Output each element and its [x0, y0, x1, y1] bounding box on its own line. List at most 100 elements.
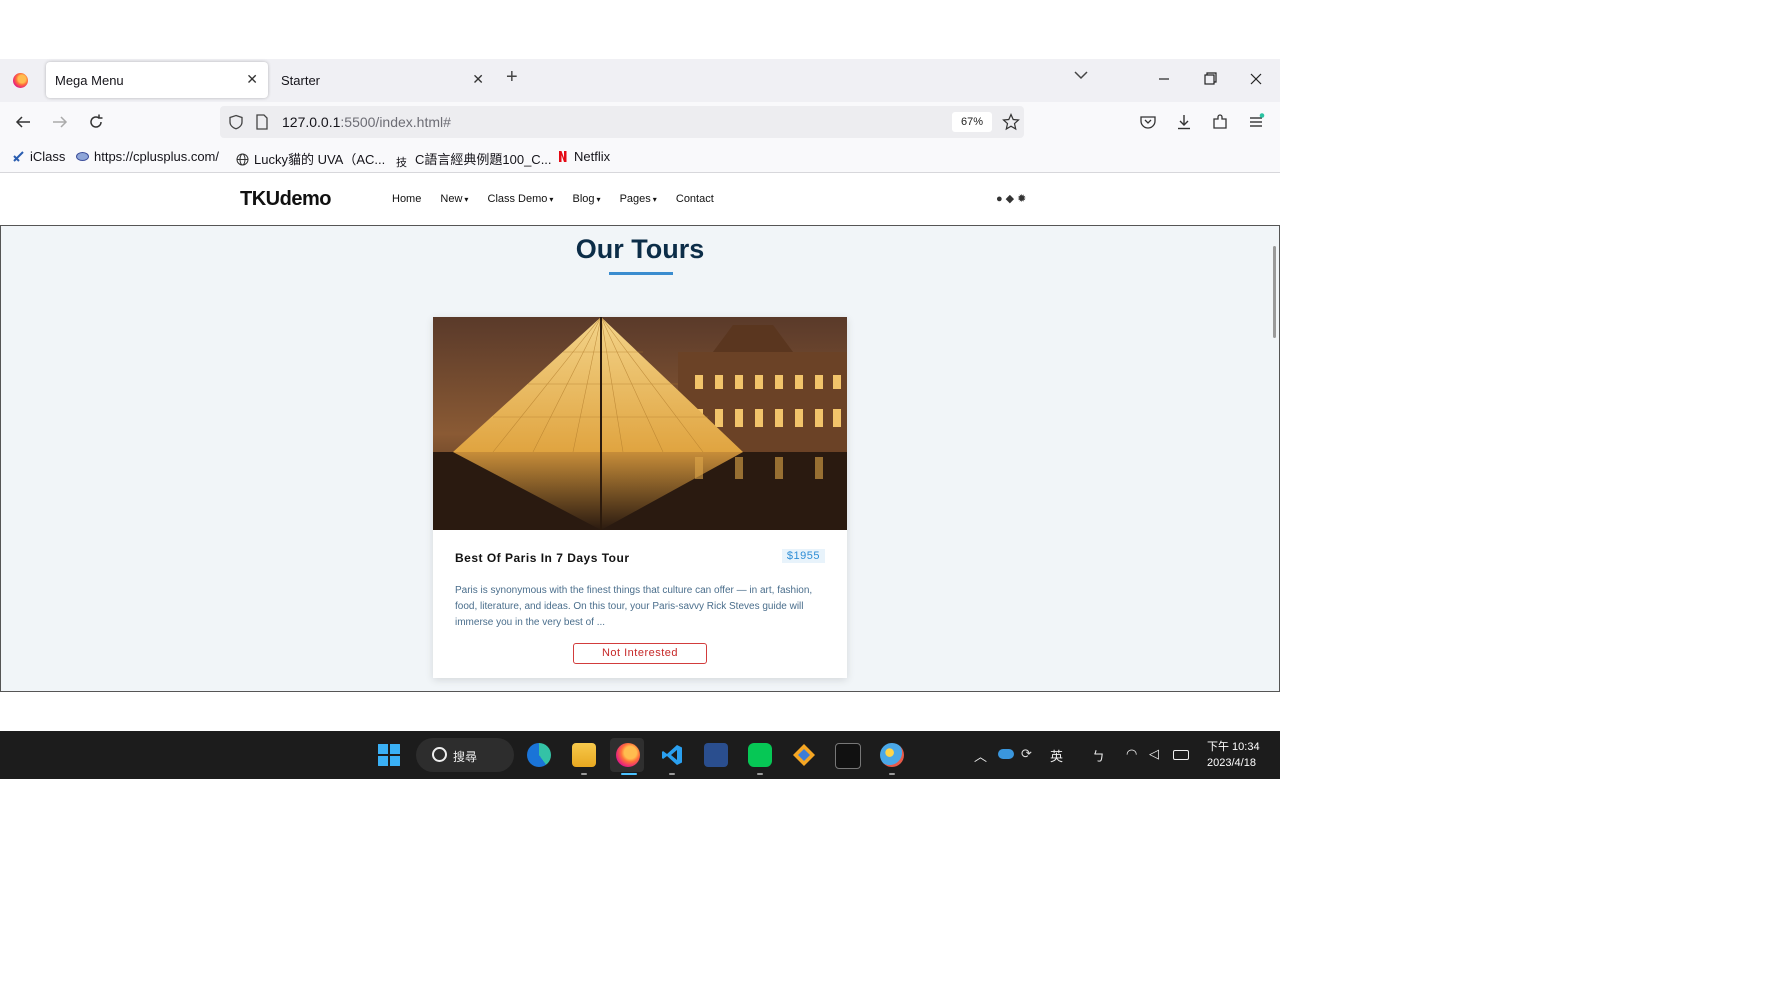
edge-icon[interactable] [527, 743, 551, 767]
menu-item-home[interactable]: Home [392, 193, 421, 205]
system-clock[interactable]: 下午 10:34 2023/4/18 [1207, 739, 1260, 771]
close-tab-icon[interactable]: ✕ [472, 71, 484, 88]
menu-item-class-demo[interactable]: Class Demo ▾ [488, 193, 554, 205]
onedrive-icon[interactable] [998, 749, 1014, 759]
firefox-taskbar-icon[interactable] [616, 743, 640, 767]
site-header: TKUdemo Home New ▾ Class Demo ▾ Blog ▾ Page… [0, 173, 1280, 225]
bookmarks-bar: iClass https://cplusplus.com/ Lucky貓的 UV… [0, 142, 1280, 173]
tour-card: Best Of Paris In 7 Days Tour $1955 Paris… [433, 317, 847, 678]
bookmark-label: Netflix [574, 149, 611, 164]
battery-icon[interactable] [1173, 750, 1189, 760]
ime-mode-indicator[interactable]: ㄅ [1092, 746, 1105, 765]
chevron-down-icon: ▾ [549, 195, 554, 204]
header-icons: ●◆✹ [996, 192, 1029, 205]
volume-icon[interactable]: ◁ [1149, 746, 1159, 762]
globe-icon [236, 153, 249, 166]
section-title: Our Tours [575, 234, 705, 264]
gear-icon[interactable]: ✹ [1017, 193, 1029, 205]
bookmark-lucky-uva[interactable]: Lucky貓的 UVA（AC... [236, 149, 385, 168]
diamond-icon[interactable]: ◆ [1006, 193, 1017, 205]
new-tab-button[interactable]: + [506, 66, 518, 89]
tab-strip: Mega Menu ✕ Starter ✕ + [0, 59, 1280, 102]
zoom-indicator[interactable]: 67% [952, 112, 992, 132]
active-indicator [621, 773, 637, 775]
back-icon[interactable] [14, 113, 32, 131]
chevron-down-icon: ▾ [464, 195, 469, 204]
running-indicator [889, 773, 895, 775]
line-icon[interactable] [748, 743, 772, 767]
ime-indicator[interactable]: 英 [1050, 746, 1063, 765]
list-all-tabs-icon[interactable] [1073, 69, 1089, 81]
minimize-icon[interactable] [1152, 69, 1176, 89]
menu-item-label: Blog [572, 193, 595, 205]
firefox-icon[interactable] [13, 73, 28, 88]
search-icon [432, 747, 447, 762]
clock-date: 2023/4/18 [1207, 757, 1256, 769]
windows-start-icon[interactable] [377, 743, 401, 767]
tour-description: Paris is synonymous with the finest thin… [455, 585, 813, 628]
menu-item-blog[interactable]: Blog ▾ [572, 193, 600, 205]
bookmark-label: Lucky貓的 UVA（AC... [254, 152, 386, 167]
running-indicator [757, 773, 763, 775]
running-indicator [669, 773, 675, 775]
running-indicator [581, 773, 587, 775]
github-icon[interactable]: ● [996, 193, 1006, 205]
paint-icon[interactable] [880, 743, 904, 767]
shield-icon[interactable] [228, 114, 244, 130]
tours-section: Our Tours Best Of Paris In 7 Days Tour $… [0, 225, 1280, 692]
chevron-down-icon: ▾ [652, 195, 657, 204]
terminal-icon[interactable] [835, 743, 861, 769]
title-underline [609, 272, 673, 275]
cplusplus-icon [76, 152, 89, 161]
address-bar[interactable]: 127.0.0.1:5500/index.html# 67% [220, 106, 1024, 138]
dev-cpp-icon[interactable] [704, 743, 728, 767]
url-text[interactable]: 127.0.0.1:5500/index.html# [282, 114, 451, 130]
wifi-icon[interactable]: ◠ [1126, 746, 1137, 762]
url-host: 127.0.0.1 [282, 114, 341, 130]
menu-icon[interactable] [1247, 113, 1265, 131]
search-label: 搜尋 [453, 750, 478, 764]
git-tool-icon[interactable] [792, 743, 816, 767]
chevron-up-icon[interactable]: ︿ [974, 746, 987, 765]
bookmark-label: https://cplusplus.com/ [94, 149, 219, 164]
file-explorer-icon[interactable] [572, 743, 596, 767]
bookmark-cplusplus[interactable]: https://cplusplus.com/ [76, 149, 219, 164]
sync-icon[interactable]: ⟳ [1021, 746, 1032, 762]
netflix-icon [559, 151, 567, 162]
bookmark-c-examples[interactable]: 技 C語言經典例題100_C... [396, 149, 552, 169]
menu-item-pages[interactable]: Pages ▾ [620, 193, 657, 205]
bookmark-label: C語言經典例題100_C... [415, 152, 552, 167]
site-logo[interactable]: TKUdemo [240, 188, 331, 211]
menu-item-new[interactable]: New ▾ [440, 193, 468, 205]
forward-icon[interactable] [51, 113, 69, 131]
menu-item-label: Class Demo [487, 193, 548, 205]
bookmark-iclass[interactable]: iClass [12, 149, 65, 164]
menu-item-contact[interactable]: Contact [676, 193, 714, 205]
taskbar-search[interactable]: 搜尋 [416, 738, 514, 772]
bookmark-label: iClass [30, 149, 66, 164]
close-tab-icon[interactable]: ✕ [246, 71, 258, 88]
menu-item-label: New [440, 193, 463, 205]
url-path: :5500/index.html# [340, 114, 451, 130]
not-interested-button[interactable]: Not Interested [573, 643, 707, 664]
reload-icon[interactable] [87, 113, 105, 131]
taskbar: 搜尋 ︿ ⟳ 英 ㄅ ◠ ◁ 下午 10:34 2023/4/18 [0, 731, 1280, 779]
page-icon[interactable] [255, 114, 269, 130]
vscode-icon[interactable] [660, 743, 684, 767]
tab-title: Mega Menu [55, 73, 124, 88]
close-window-icon[interactable] [1244, 69, 1268, 89]
menu-item-label: Pages [619, 193, 651, 205]
bookmark-star-icon[interactable] [1002, 113, 1020, 131]
iclass-icon [13, 151, 24, 162]
chevron-down-icon: ▾ [596, 195, 601, 204]
pocket-icon[interactable] [1139, 113, 1157, 131]
tour-title: Best Of Paris In 7 Days Tour [455, 551, 630, 565]
tab-title: Starter [281, 73, 321, 88]
navigation-toolbar: 127.0.0.1:5500/index.html# 67% [0, 102, 1280, 142]
tab-starter[interactable]: Starter ✕ [272, 62, 494, 98]
tab-mega-menu[interactable]: Mega Menu ✕ [46, 62, 268, 98]
downloads-icon[interactable] [1175, 113, 1193, 131]
bookmark-netflix[interactable]: Netflix [556, 149, 610, 164]
extensions-icon[interactable] [1211, 113, 1229, 131]
restore-icon[interactable] [1198, 69, 1222, 89]
